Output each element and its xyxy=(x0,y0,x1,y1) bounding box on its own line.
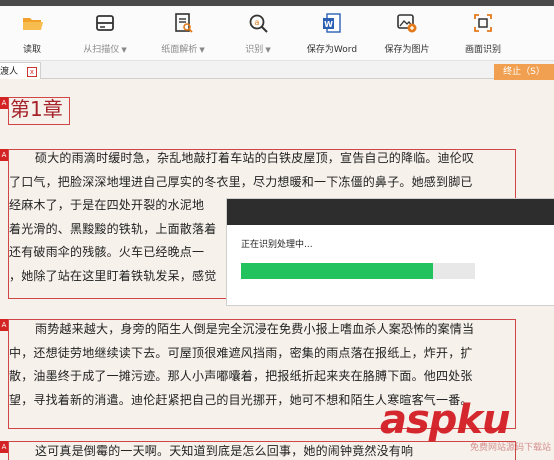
recognize-label: 识别 ▼ xyxy=(228,42,288,55)
text-line: 中，还想徒劳地继续读下去。可屋顶很难遮风挡雨，密集的雨点落在报纸上，炸开，扩 xyxy=(9,345,473,360)
scan-button[interactable]: 从扫描仪 ▼ xyxy=(70,6,140,60)
folder-open-icon xyxy=(23,18,43,30)
document-tab[interactable]: 渡人 x xyxy=(0,62,41,79)
magnifier-recognize-icon: a xyxy=(249,14,268,33)
document-tab-bar: 渡人 x xyxy=(0,61,554,79)
scan-label-text: 从扫描仪 xyxy=(83,45,120,55)
save-image-button[interactable]: 保存为图片 xyxy=(372,6,442,60)
progress-bar xyxy=(241,263,475,279)
screen-capture-icon xyxy=(474,14,492,32)
paper-analysis-label: 纸面解析 ▼ xyxy=(148,42,218,55)
screen-recognize-label: 画面识别 xyxy=(464,45,501,55)
progress-bar-fill xyxy=(241,263,433,279)
region-marker: A xyxy=(0,149,8,161)
read-label: 读取 xyxy=(22,45,41,55)
recognition-progress-dialog: 正在识别处理中... xyxy=(227,199,554,305)
dialog-header xyxy=(227,199,554,225)
text-line: 雨势越来越大，身旁的陌生人倒是完全沉浸在免费小报上嗜血杀人案恐怖的案情当 xyxy=(35,322,475,336)
screen-recognize-button[interactable]: 画面识别 xyxy=(452,6,514,60)
watermark-caption: 免费网站源码下载站 xyxy=(470,443,552,453)
text-line: 散，油墨终于成了一摊污迹。那人小声嘟囔着，把报纸折起来夹在胳膊下面。他四处张 xyxy=(9,369,473,383)
close-icon[interactable]: x xyxy=(27,67,37,77)
chapter-title: 第1章 xyxy=(10,97,63,121)
svg-text:a: a xyxy=(255,18,260,27)
main-toolbar: 读取 从扫描仪 ▼ 纸面解析 ▼ a 识别 ▼ W 保存为Word 保存为图片 … xyxy=(0,6,554,61)
chevron-down-icon: ▼ xyxy=(199,46,205,54)
text-line: 硕大的雨滴时缓时急，杂乱地敲打着车站的白铁皮屋顶，宣告自己的降临。迪伦叹 xyxy=(35,151,475,165)
svg-text:W: W xyxy=(324,20,333,29)
stop-button[interactable]: 终止（S） xyxy=(494,64,554,80)
progress-message: 正在识别处理中... xyxy=(241,240,313,250)
scan-label: 从扫描仪 ▼ xyxy=(70,42,140,55)
text-line: 了口气，把脸深深地埋进自己厚实的冬衣里，尽力想暖和一下冻僵的鼻子。她感到脚已 xyxy=(9,174,473,189)
region-marker: A xyxy=(0,97,8,109)
recognize-label-text: 识别 xyxy=(245,45,264,55)
save-image-label: 保存为图片 xyxy=(384,45,430,55)
chevron-down-icon: ▼ xyxy=(265,46,271,54)
paper-analysis-button[interactable]: 纸面解析 ▼ xyxy=(148,6,218,60)
recognize-button[interactable]: a 识别 ▼ xyxy=(228,6,288,60)
watermark-logo: aspku xyxy=(380,397,511,443)
region-marker: A xyxy=(0,441,8,453)
tab-label: 渡人 xyxy=(0,67,19,77)
paper-analysis-label-text: 纸面解析 xyxy=(161,45,198,55)
text-line: 这可真是倒霉的一天啊。天知道到底是怎么回事，她的闹钟竟然没有响 xyxy=(35,444,414,458)
save-image-icon xyxy=(397,14,417,33)
region-marker: A xyxy=(0,319,8,331)
paragraph-3: 这可真是倒霉的一天啊。天知道到底是怎么回事，她的闹钟竟然没有响 xyxy=(9,440,514,460)
word-icon: W xyxy=(323,13,341,33)
document-analysis-icon xyxy=(175,13,193,33)
chevron-down-icon: ▼ xyxy=(121,46,127,54)
scanner-icon xyxy=(96,15,114,31)
read-button[interactable]: 读取 xyxy=(4,6,60,60)
save-word-label: 保存为Word xyxy=(306,45,358,55)
save-word-button[interactable]: W 保存为Word xyxy=(296,6,368,60)
